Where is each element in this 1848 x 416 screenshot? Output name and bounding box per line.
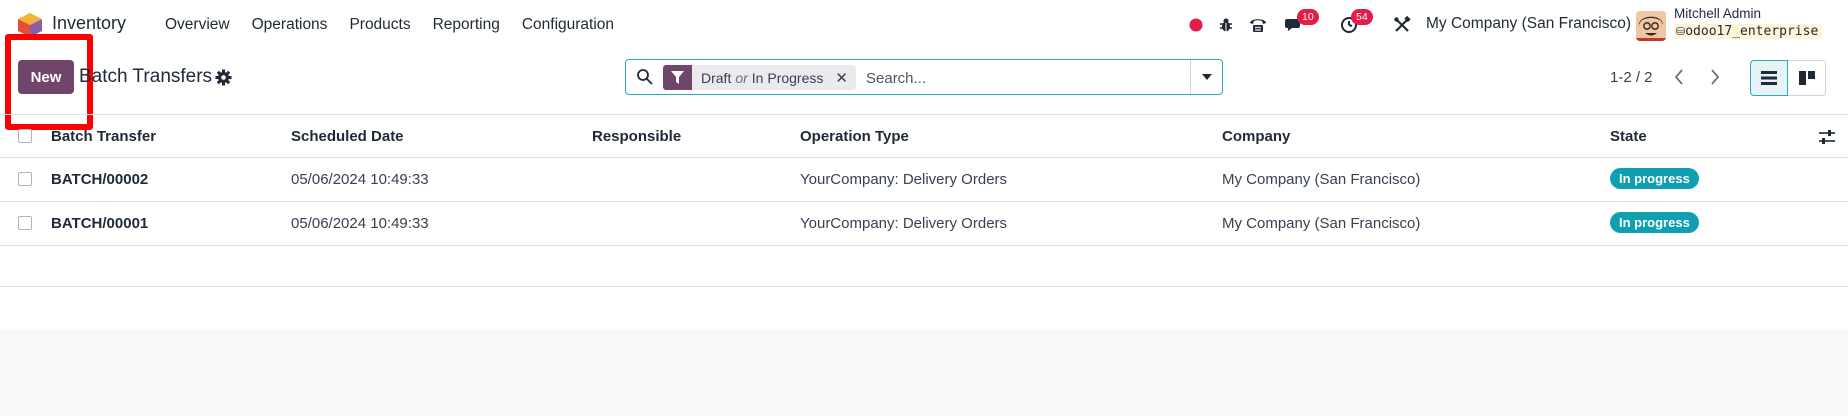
column-responsible[interactable]: Responsible (592, 128, 681, 145)
column-company[interactable]: Company (1222, 128, 1290, 145)
new-button[interactable]: New (18, 60, 74, 94)
table-row[interactable]: BATCH/00002 05/06/2024 10:49:33 YourComp… (0, 158, 1848, 202)
pager-value[interactable]: 1-2 / 2 (1610, 69, 1653, 86)
cell-batch-name: BATCH/00002 (51, 171, 149, 188)
search-bar: Draft or In Progress ✕ (625, 59, 1223, 95)
row-checkbox[interactable] (18, 216, 32, 230)
activities-count-badge: 54 (1351, 9, 1373, 25)
filter-icon (663, 65, 692, 90)
column-operation-type[interactable]: Operation Type (800, 128, 909, 145)
menu-configuration[interactable]: Configuration (511, 0, 625, 50)
company-switcher[interactable]: My Company (San Francisco) (1426, 15, 1631, 33)
column-state[interactable]: State (1610, 128, 1647, 145)
status-badge: In progress (1610, 212, 1699, 233)
facet-in-progress: In Progress (751, 69, 824, 86)
cell-company: My Company (San Francisco) (1222, 171, 1421, 188)
menu-operations[interactable]: Operations (241, 0, 339, 50)
gear-icon[interactable] (215, 69, 232, 86)
database-name-text: odoo17_enterprise (1685, 24, 1819, 39)
facet-value: Draft or In Progress (692, 70, 829, 86)
list-footer-area (0, 329, 1848, 416)
cell-operation-type: YourCompany: Delivery Orders (800, 171, 1008, 188)
facet-or: or (735, 69, 748, 86)
control-panel: New Batch Transfers Draft or In Progress… (0, 34, 1848, 130)
search-icon[interactable] (636, 68, 654, 86)
cell-operation-type: YourCompany: Delivery Orders (800, 215, 1008, 232)
column-scheduled-date[interactable]: Scheduled Date (291, 128, 404, 145)
filter-facet: Draft or In Progress ✕ (663, 65, 856, 90)
pager-next-chevron-right-icon[interactable] (1698, 60, 1732, 94)
cell-scheduled-date: 05/06/2024 10:49:33 (291, 215, 429, 232)
top-navbar: Inventory Overview Operations Products R… (0, 0, 1848, 50)
search-options-chevron-down-icon[interactable] (1190, 60, 1222, 94)
database-icon: ⛁ (1676, 25, 1686, 38)
batch-transfers-table: Batch Transfer Scheduled Date Responsibl… (0, 114, 1848, 287)
kanban-view-icon[interactable] (1788, 60, 1826, 96)
search-input[interactable] (866, 67, 1166, 89)
pager-previous-chevron-left-icon[interactable] (1662, 60, 1696, 94)
messages-icon[interactable]: 10 (1283, 9, 1319, 37)
cell-scheduled-date: 05/06/2024 10:49:33 (291, 171, 429, 188)
activities-clock-icon[interactable]: 54 (1337, 9, 1373, 37)
column-batch-transfer[interactable]: Batch Transfer (51, 128, 156, 145)
table-row[interactable]: BATCH/00001 05/06/2024 10:49:33 YourComp… (0, 202, 1848, 246)
menu-products[interactable]: Products (338, 0, 421, 50)
tools-icon[interactable] (1390, 13, 1414, 37)
table-header: Batch Transfer Scheduled Date Responsibl… (0, 114, 1848, 158)
inventory-logo-icon[interactable] (16, 12, 44, 38)
main-menu: Overview Operations Products Reporting C… (154, 0, 625, 50)
phone-icon[interactable] (1246, 13, 1270, 37)
app-name[interactable]: Inventory (52, 13, 126, 34)
empty-row (0, 246, 1848, 287)
status-badge: In progress (1610, 168, 1699, 189)
row-checkbox[interactable] (18, 172, 32, 186)
database-name: ⛁odoo17_enterprise (1674, 24, 1823, 39)
optional-columns-sliders-icon[interactable] (1818, 128, 1836, 146)
page-title: Batch Transfers (79, 66, 213, 87)
user-avatar[interactable] (1636, 11, 1666, 41)
menu-reporting[interactable]: Reporting (422, 0, 511, 50)
menu-overview[interactable]: Overview (154, 0, 241, 50)
recording-dot-icon[interactable] (1184, 13, 1208, 37)
user-name[interactable]: Mitchell Admin (1674, 6, 1761, 21)
bug-icon[interactable] (1214, 13, 1238, 37)
list-view-icon[interactable] (1750, 60, 1788, 96)
select-all-checkbox[interactable] (18, 129, 32, 143)
facet-draft: Draft (701, 69, 732, 86)
cell-company: My Company (San Francisco) (1222, 215, 1421, 232)
remove-facet-close-icon[interactable]: ✕ (829, 69, 856, 87)
messages-count-badge: 10 (1297, 9, 1319, 25)
cell-batch-name: BATCH/00001 (51, 215, 149, 232)
